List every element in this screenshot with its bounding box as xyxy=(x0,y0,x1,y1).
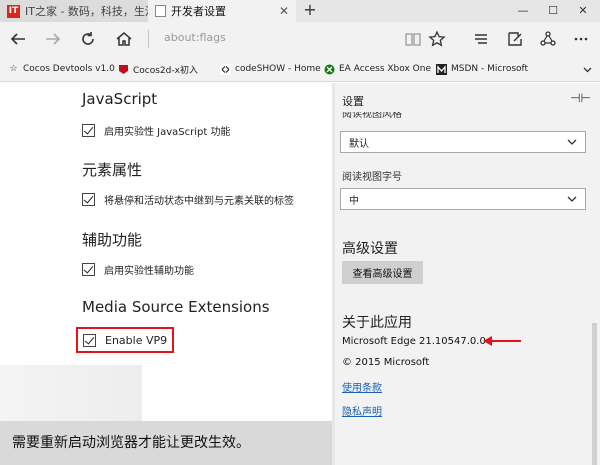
red-arrow-icon xyxy=(483,336,521,346)
chevron-down-icon xyxy=(567,196,577,202)
favorite-item[interactable]: codeSHOW - Home xyxy=(220,62,321,76)
flag-option[interactable]: 启用实验性 JavaScript 功能 xyxy=(82,122,230,138)
checkbox[interactable] xyxy=(83,333,96,347)
select-value: 中 xyxy=(349,195,359,207)
view-advanced-settings-button[interactable]: 查看高级设置 xyxy=(342,261,423,284)
maximize-icon[interactable]: ☐ xyxy=(538,0,568,22)
more-icon xyxy=(574,37,588,41)
favorite-item[interactable]: MSDN - Microsoft xyxy=(436,62,528,76)
about-title: 关于此应用 xyxy=(342,315,412,331)
section-title: JavaScript xyxy=(82,90,158,108)
restart-message: 需要重新启动浏览器才能让更改生效。 xyxy=(0,421,332,465)
scrollbar[interactable] xyxy=(592,323,597,465)
option-label: 启用实验性辅助功能 xyxy=(104,265,194,277)
option-label: 将悬停和活动状态中继到与元素关联的标签 xyxy=(104,195,294,207)
forward-arrow-icon xyxy=(46,33,61,45)
msdn-icon xyxy=(436,63,447,75)
reading-style-label: 阅读视图风格 xyxy=(342,112,402,119)
more-button[interactable] xyxy=(568,27,594,51)
favorites-overflow-button[interactable] xyxy=(582,62,593,76)
share-button[interactable] xyxy=(535,27,561,51)
reading-style-select[interactable]: 默认 xyxy=(340,131,586,153)
favorites-bar: ☆ Cocos Devtools v1.0 Cocos2d-x初入 codeSH… xyxy=(0,56,600,82)
chevron-down-icon xyxy=(583,67,592,72)
favorite-label: Cocos Devtools v1.0 xyxy=(23,64,115,74)
select-value: 默认 xyxy=(349,138,369,150)
flag-option[interactable]: 启用实验性辅助功能 xyxy=(82,261,194,277)
checkbox[interactable] xyxy=(82,192,95,206)
chevron-down-icon xyxy=(567,139,577,145)
font-size-select[interactable]: 中 xyxy=(340,188,586,210)
advanced-settings-title: 高级设置 xyxy=(342,241,398,257)
reading-view-button[interactable] xyxy=(400,27,426,51)
favorite-label: EA Access Xbox One xyxy=(339,64,431,74)
codeshow-icon xyxy=(220,63,231,75)
section-title: 辅助功能 xyxy=(82,231,143,249)
settings-pane: 设置 ⊣⊢ 阅读视图风格 默认 阅读视图字号 中 高级设置 查看高级设置 关于此… xyxy=(335,83,600,465)
tab-developer-settings[interactable]: 开发者设置 ✕ xyxy=(148,0,296,22)
back-arrow-icon xyxy=(10,33,25,45)
close-window-icon[interactable]: ✕ xyxy=(568,0,598,22)
minimize-icon[interactable]: — xyxy=(508,0,538,22)
option-label: Enable VP9 xyxy=(105,333,168,347)
option-label: 启用实验性 JavaScript 功能 xyxy=(104,126,231,138)
address-separator xyxy=(148,30,149,48)
copyright-text: © 2015 Microsoft xyxy=(342,357,430,368)
refresh-button[interactable] xyxy=(75,27,101,51)
checkbox[interactable] xyxy=(82,262,95,276)
privacy-link[interactable]: 隐私声明 xyxy=(342,403,382,418)
favorite-label: Cocos2d-x初入 xyxy=(133,65,198,76)
enable-vp9-option[interactable]: Enable VP9 xyxy=(76,327,174,353)
flag-option[interactable]: 将悬停和活动状态中继到与元素关联的标签 xyxy=(82,191,294,207)
home-button[interactable] xyxy=(111,27,137,51)
new-tab-button[interactable]: + xyxy=(300,0,320,22)
version-text: Microsoft Edge 21.10547.0.0 xyxy=(342,336,486,347)
hub-button[interactable] xyxy=(468,27,494,51)
tab-title: IT之家 - 数码，科技，生活 xyxy=(25,5,148,18)
xbox-icon xyxy=(324,64,335,75)
tab-strip: IT IT之家 - 数码，科技，生活 开发者设置 ✕ + — ☐ ✕ xyxy=(0,0,600,22)
star-icon: ☆ xyxy=(9,64,18,74)
tab-title: 开发者设置 xyxy=(171,5,226,18)
favorite-item[interactable]: ☆ Cocos Devtools v1.0 xyxy=(8,62,115,76)
section-title: 元素属性 xyxy=(82,161,143,179)
hub-icon xyxy=(475,34,487,44)
star-icon xyxy=(428,30,446,47)
web-note-button[interactable] xyxy=(502,27,528,51)
refresh-icon xyxy=(82,32,94,45)
terms-link[interactable]: 使用条款 xyxy=(342,379,382,394)
ithome-icon: IT xyxy=(7,4,20,18)
share-icon xyxy=(540,31,556,46)
section-title: Media Source Extensions xyxy=(82,298,270,316)
flags-page: JavaScript 启用实验性 JavaScript 功能 元素属性 将悬停和… xyxy=(0,83,332,465)
page-icon xyxy=(155,5,166,17)
favorite-item[interactable]: Cocos2d-x初入 xyxy=(118,62,198,76)
favorite-button[interactable] xyxy=(424,27,450,51)
tab-ithome[interactable]: IT IT之家 - 数码，科技，生活 xyxy=(0,0,148,22)
pen-icon xyxy=(508,32,522,46)
back-button[interactable] xyxy=(5,27,31,51)
settings-title: 设置 xyxy=(342,95,364,108)
favorite-label: codeSHOW - Home xyxy=(235,64,321,74)
favorite-label: MSDN - Microsoft xyxy=(451,64,529,74)
checkbox[interactable] xyxy=(82,123,95,137)
address-input[interactable]: about:flags xyxy=(164,31,226,44)
forward-button[interactable] xyxy=(40,27,66,51)
book-icon xyxy=(405,33,421,46)
home-icon xyxy=(116,32,132,46)
close-tab-icon[interactable]: ✕ xyxy=(277,4,291,18)
cocos-icon xyxy=(118,64,129,75)
font-size-label: 阅读视图字号 xyxy=(342,172,402,183)
pin-icon[interactable]: ⊣⊢ xyxy=(570,91,591,105)
favorite-item[interactable]: EA Access Xbox One xyxy=(324,62,431,76)
navigation-bar: about:flags xyxy=(0,22,600,56)
